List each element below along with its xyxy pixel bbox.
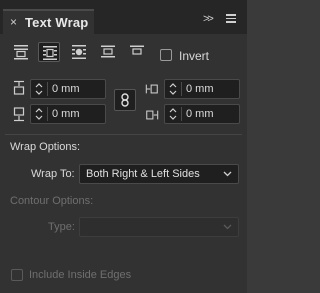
chevron-down-icon [223, 171, 232, 177]
wrap-to-dropdown[interactable]: Both Right & Left Sides [79, 164, 239, 184]
stepper-icon[interactable] [167, 106, 179, 122]
jump-to-next-column-button[interactable] [126, 42, 148, 62]
stepper-icon[interactable] [33, 106, 45, 122]
include-inside-edges-label: Include Inside Edges [29, 269, 132, 281]
no-text-wrap-button[interactable] [10, 42, 32, 62]
invert-label: Invert [179, 49, 210, 63]
wrap-around-object-shape-icon [72, 45, 86, 59]
wrap-to-label: Wrap To: [31, 168, 75, 180]
right-offset-icon [146, 110, 159, 120]
left-offset-icon [145, 84, 158, 94]
chain-link-icon [121, 93, 129, 107]
make-all-settings-same-button[interactable] [114, 89, 136, 111]
panel-tab-bar: × Text Wrap >> [0, 0, 247, 34]
contour-type-dropdown[interactable] [79, 217, 239, 237]
stepper-icon[interactable] [33, 81, 45, 97]
left-offset-field[interactable]: 0 mm [164, 79, 240, 99]
jump-object-button[interactable] [97, 42, 119, 62]
wrap-options-heading: Wrap Options: [10, 141, 81, 153]
wrap-around-object-shape-button[interactable] [68, 42, 90, 62]
panel-tab[interactable]: × Text Wrap [3, 9, 94, 34]
wrap-to-value: Both Right & Left Sides [86, 168, 200, 180]
right-offset-field[interactable]: 0 mm [164, 104, 240, 124]
contour-options-heading: Contour Options: [10, 195, 94, 207]
no-text-wrap-icon [14, 45, 28, 60]
invert-checkbox[interactable] [160, 49, 172, 61]
panel-title: Text Wrap [25, 15, 89, 30]
stepper-icon[interactable] [167, 81, 179, 97]
bottom-offset-value[interactable]: 0 mm [52, 108, 80, 120]
text-wrap-panel: × Text Wrap >> Invert 0 mm 0 mm 0 mm 0 m… [0, 0, 247, 293]
panel-menu-icon[interactable] [226, 14, 236, 23]
bottom-offset-field[interactable]: 0 mm [30, 104, 106, 124]
include-inside-edges-checkbox[interactable] [11, 269, 23, 281]
jump-object-icon [101, 45, 115, 58]
bottom-offset-icon [13, 107, 25, 122]
top-offset-icon [13, 80, 25, 95]
chevron-down-icon [223, 224, 232, 230]
type-label: Type: [48, 221, 75, 233]
right-offset-value[interactable]: 0 mm [186, 108, 214, 120]
wrap-around-bounding-box-button[interactable] [38, 42, 60, 62]
wrap-around-bounding-box-icon [43, 46, 57, 60]
left-offset-value[interactable]: 0 mm [186, 83, 214, 95]
collapse-icon[interactable]: >> [203, 13, 214, 25]
top-offset-field[interactable]: 0 mm [30, 79, 106, 99]
jump-to-next-column-icon [130, 45, 144, 55]
close-icon[interactable]: × [10, 15, 17, 29]
top-offset-value[interactable]: 0 mm [52, 83, 80, 95]
divider [5, 134, 242, 135]
